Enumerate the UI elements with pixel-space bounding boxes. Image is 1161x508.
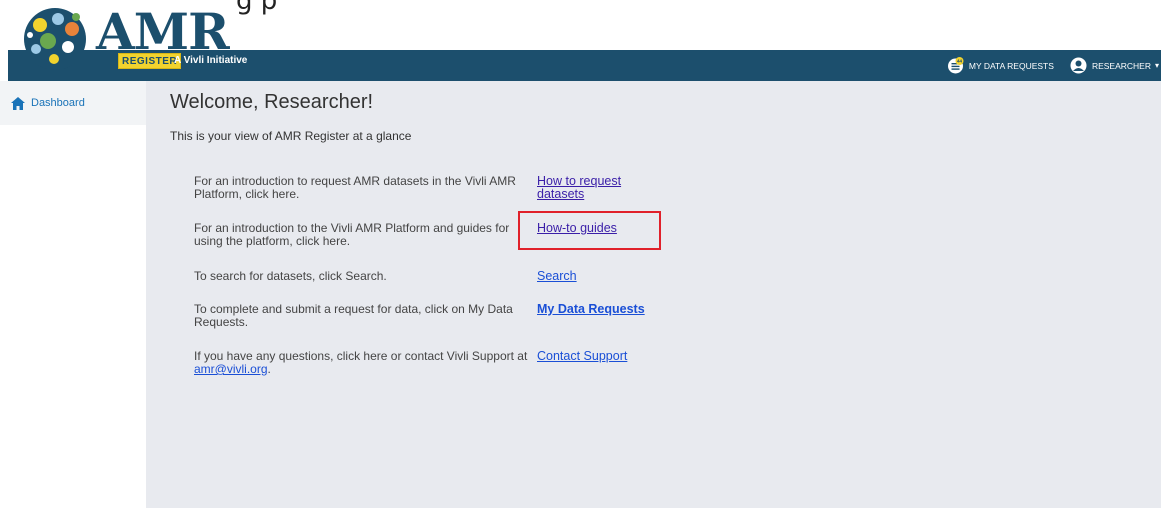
search-link[interactable]: Search (537, 270, 577, 283)
chevron-down-icon: ▾ (1154, 61, 1159, 70)
sidebar: Dashboard (0, 81, 146, 508)
nav-right: 44 MY DATA REQUESTS RESEARCHER ▾ (947, 50, 1161, 81)
my-data-requests-button[interactable]: 44 MY DATA REQUESTS (947, 57, 1054, 74)
user-avatar-icon (1070, 57, 1087, 74)
row-description: If you have any questions, click here or… (194, 350, 534, 376)
row-description: To complete and submit a request for dat… (194, 302, 513, 329)
logo-wordmark: AMR (96, 2, 230, 61)
my-data-requests-link[interactable]: My Data Requests (537, 303, 645, 316)
page-title: Welcome, Researcher! (170, 91, 374, 113)
user-menu-label: RESEARCHER (1091, 60, 1151, 71)
contact-support-link[interactable]: Contact Support (537, 350, 627, 363)
home-icon (11, 96, 25, 110)
data-requests-icon: 44 (947, 57, 964, 74)
contact-description-end: . (267, 362, 271, 376)
user-menu-button[interactable]: RESEARCHER ▾ (1070, 57, 1159, 74)
row-description: For an introduction to request AMR datas… (194, 174, 516, 201)
my-data-requests-label: MY DATA REQUESTS (968, 60, 1054, 71)
contact-description: If you have any questions, click here or… (194, 349, 528, 363)
page-subtitle: This is your view of AMR Register at a g… (170, 129, 412, 143)
row-description: To search for datasets, click Search. (194, 269, 387, 283)
data-requests-count-badge: 44 (957, 59, 963, 64)
main-content: Welcome, Researcher! This is your view o… (146, 81, 1161, 508)
sidebar-item-label: Dashboard (31, 97, 85, 109)
sidebar-item-dashboard[interactable]: Dashboard (0, 81, 146, 125)
highlight-annotation-box (518, 211, 661, 250)
amr-globe-logo (24, 8, 86, 70)
support-email-link[interactable]: amr@vivli.org (194, 362, 268, 376)
caption-text: g p (236, 0, 278, 16)
how-to-request-datasets-link[interactable]: How to request datasets (537, 175, 647, 201)
row-description: For an introduction to the Vivli AMR Pla… (194, 221, 510, 248)
